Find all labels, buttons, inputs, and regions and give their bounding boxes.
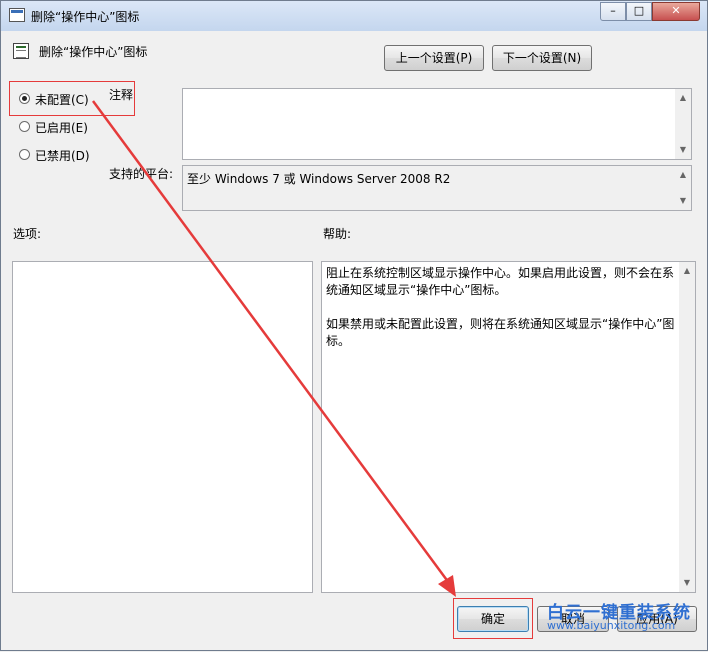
annotation-arrow xyxy=(91,100,456,597)
watermark-url: www.baiyunxitong.com xyxy=(547,619,676,632)
policy-setting-dialog: 删除“操作中心”图标 – □ ✕ 删除“操作中心”图标 上一个设置(P) 下一个… xyxy=(0,0,708,651)
